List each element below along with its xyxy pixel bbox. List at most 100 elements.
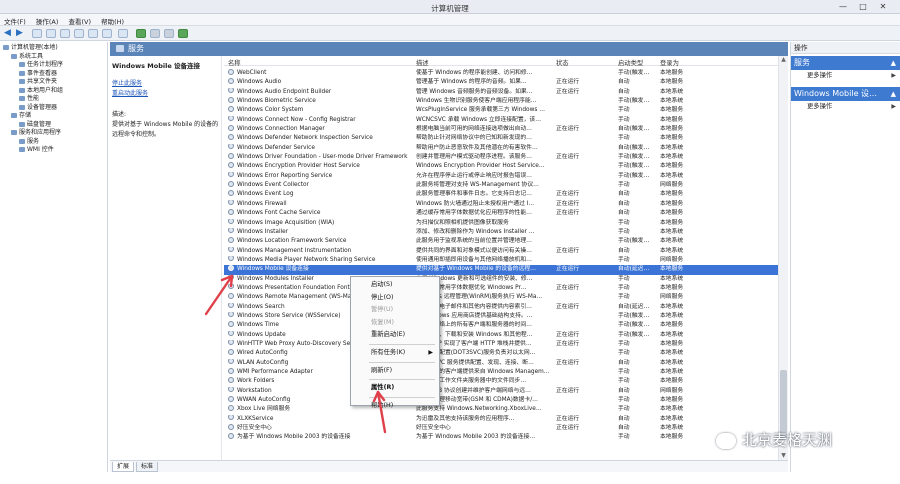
scroll-down-icon[interactable]: ▼ — [780, 452, 787, 460]
tree-item[interactable]: 存储 — [0, 112, 107, 121]
menu-item-resume[interactable]: 恢复(M) — [351, 317, 439, 330]
scroll-up-icon[interactable]: ▲ — [780, 56, 787, 64]
table-row[interactable]: Xbox Live 网络服务 此服务支持 Windows.Networking.X… — [224, 405, 778, 414]
maximize-button[interactable]: □ — [856, 2, 870, 12]
menu-action[interactable]: 操作(A) — [32, 14, 63, 26]
table-row[interactable]: 好压安全中心 好压安全中心 正在运行 自动 本地系统 — [224, 424, 778, 433]
pause-service-icon[interactable] — [164, 29, 174, 38]
tree-item[interactable]: 服务和应用程序 — [0, 129, 107, 138]
menu-item-properties[interactable]: 属性(R) — [351, 382, 439, 395]
tree-item[interactable]: 性能 — [0, 95, 107, 104]
export-icon[interactable] — [88, 29, 98, 38]
table-row[interactable]: XLXKService 为迅雷及其他支持该服务的应用程序… 正在运行 自动 本地系统 — [224, 414, 778, 424]
table-row[interactable]: WMI Performance Adapter 向网络上的客户端提供来自 Wind… — [224, 368, 778, 377]
table-row[interactable]: Windows Encryption Provider Host Service… — [224, 162, 778, 171]
table-row[interactable]: Windows Color System WcsPlugInService 服务承… — [224, 106, 778, 115]
table-row[interactable]: Windows Connection Manager 根据电脑当前可用的网络连接选… — [224, 125, 778, 134]
back-icon[interactable]: ◀ — [4, 29, 14, 38]
tree-item[interactable]: 设备管理器 — [0, 104, 107, 113]
menu-item-stop[interactable]: 停止(O) — [351, 292, 439, 305]
table-row[interactable]: 为基于 Windows Mobile 2003 的设备连接 为基于 Windows… — [224, 433, 778, 442]
table-row[interactable]: Windows Image Acquisition (WIA) 为扫描仪和照相机提… — [224, 218, 778, 228]
start-service-icon[interactable] — [136, 29, 146, 38]
table-row[interactable]: Windows Defender Network Inspection Serv… — [224, 134, 778, 143]
table-row[interactable]: Windows Audio Endpoint Builder 管理 Windows… — [224, 87, 778, 97]
table-row[interactable]: Windows Update 启用检测、下载和安装 Windows 和其他程… 正在… — [224, 330, 778, 340]
tree-item[interactable]: 共享文件夹 — [0, 78, 107, 87]
table-row[interactable]: Windows Mobile 设备连接 提供对基于 Windows Mobile … — [224, 265, 778, 275]
table-row[interactable]: Windows Store Service (WSService) 为 Windo… — [224, 311, 778, 321]
properties-icon[interactable] — [60, 29, 70, 38]
tree-item[interactable]: 事件查看器 — [0, 70, 107, 79]
minimize-button[interactable]: — — [836, 2, 850, 12]
menu-help[interactable]: 帮助(H) — [97, 14, 128, 26]
column-header-log-on-as[interactable]: 登录为 — [660, 58, 679, 67]
table-row[interactable]: Windows Event Log 此服务管理事件和事件日志。它支持日志记… 正在运… — [224, 190, 778, 199]
tree-item[interactable]: WMI 控件 — [0, 146, 107, 155]
table-row[interactable]: Windows Firewall Windows 防火墙通过阻止未授权用户通过 I… — [224, 199, 778, 209]
table-row[interactable]: Windows Installer 添加、修改和删除作为 Windows Inst… — [224, 227, 778, 237]
menu-view[interactable]: 查看(V) — [65, 14, 96, 26]
tab-extended[interactable]: 扩展 — [112, 462, 135, 472]
table-row[interactable]: Windows Driver Foundation - User-mode Dr… — [224, 153, 778, 162]
table-row[interactable]: Windows Time 维护在网络上的所有客户端和服务器的时间… 手动(触发… 本地… — [224, 321, 778, 330]
help-icon[interactable] — [102, 29, 112, 38]
vertical-scrollbar[interactable]: ▲ ▼ — [778, 56, 788, 460]
table-row[interactable]: Workstation 使用 SMB 协议创建并维护客户端网络与远… 正在运行 自动网… — [224, 386, 778, 396]
list-view-icon[interactable] — [118, 29, 128, 38]
table-row[interactable]: Windows Modules Installer 启用 Windows 更新和可… — [224, 274, 778, 284]
menu-item-refresh[interactable]: 刷新(F) — [351, 365, 439, 378]
restart-service-icon[interactable] — [178, 29, 188, 38]
menu-item-restart[interactable]: 重新启动(E) — [351, 329, 439, 342]
table-row[interactable]: Windows Presentation Foundation Font Cac… — [224, 283, 778, 293]
collapse-icon[interactable]: ▲ — [891, 87, 896, 101]
table-row[interactable]: Windows Remote Management (WS-Management… — [224, 293, 778, 302]
more-actions-selected-service[interactable]: 更多操作 ▶ — [791, 101, 900, 112]
table-row[interactable]: Windows Location Framework Service 此服务用于监… — [224, 237, 778, 246]
forward-icon[interactable]: ▶ — [16, 29, 26, 38]
column-header-name[interactable]: 名称 — [228, 58, 241, 67]
stop-service-icon[interactable] — [150, 29, 160, 38]
menu-item-pause[interactable]: 暂停(U) — [351, 304, 439, 317]
table-row[interactable]: WebClient 使基于 Windows 的程序能创建、访问和修… 手动(触发… 本… — [224, 69, 778, 78]
up-folder-icon[interactable] — [32, 29, 42, 38]
table-row[interactable]: Windows Font Cache Service 通过缓存常用字体数据优化应用… — [224, 209, 778, 218]
tree-item[interactable]: 计算机管理(本地) — [0, 44, 107, 53]
tree-item[interactable]: 任务计划程序 — [0, 61, 107, 70]
actions-section-services[interactable]: 服务 ▲ — [791, 56, 900, 70]
tree-item[interactable]: 磁盘管理 — [0, 121, 107, 130]
restart-service-link[interactable]: 重启动此服务 — [112, 88, 148, 97]
table-row[interactable]: Wired AutoConfig 有线自动配置(DOT3SVC)服务负责对以太网…… — [224, 349, 778, 358]
menu-file[interactable]: 文件(F) — [0, 14, 30, 26]
table-row[interactable]: Windows Defender Service 帮助用户防止恶意软件及其他潜在的… — [224, 143, 778, 153]
table-row[interactable]: Windows Event Collector 此服务将管理对支持 WS-Mana… — [224, 181, 778, 190]
column-header-status[interactable]: 状态 — [556, 58, 569, 67]
table-row[interactable]: Windows Management Instrumentation 提供共同的界… — [224, 246, 778, 256]
table-row[interactable]: Windows Connect Now - Config Registrar WC… — [224, 115, 778, 125]
table-row[interactable]: Windows Biometric Service Windows 生物识别服务使… — [224, 97, 778, 106]
table-row[interactable]: Windows Audio 管理基于 Windows 的程序的音频。如果… 正在运行… — [224, 78, 778, 87]
tab-standard[interactable]: 标准 — [136, 462, 159, 472]
collapse-icon[interactable]: ▲ — [891, 56, 896, 70]
table-row[interactable]: WinHTTP Web Proxy Auto-Discovery Service… — [224, 339, 778, 349]
show-tree-icon[interactable] — [46, 29, 56, 38]
column-header-startup-type[interactable]: 启动类型 — [618, 58, 643, 67]
tree-item[interactable]: 服务 — [0, 138, 107, 147]
stop-service-link[interactable]: 停止此服务 — [112, 78, 142, 87]
table-row[interactable]: Windows Error Reporting Service 允许在程序停止运行… — [224, 171, 778, 181]
refresh-icon[interactable] — [74, 29, 84, 38]
table-row[interactable]: Windows Media Player Network Sharing Ser… — [224, 255, 778, 265]
tree-item[interactable]: 系统工具 — [0, 53, 107, 62]
actions-section-selected-service[interactable]: Windows Mobile 设… ▲ — [791, 87, 900, 101]
table-row[interactable]: WWAN AutoConfig 该服务管理移动宽带(GSM 和 CDMA)数据卡/… — [224, 396, 778, 405]
menu-item-start[interactable]: 启动(S) — [351, 279, 439, 292]
table-row[interactable]: Work Folders 此服务将工作文件夹服务器中的文件同步… 手动 本地服务 — [224, 377, 778, 386]
tree-item[interactable]: 本地用户和组 — [0, 87, 107, 96]
menu-item-help[interactable]: 帮助(H) — [351, 400, 439, 413]
column-header-description[interactable]: 描述 — [416, 58, 429, 67]
more-actions-services[interactable]: 更多操作 ▶ — [791, 70, 900, 81]
menu-item-all-tasks[interactable]: 所有任务(K) ▶ — [351, 347, 439, 360]
table-row[interactable]: Windows Search 为文件、电子邮件和其他内容提供内容索引… 正在运行 自动… — [224, 302, 778, 312]
close-button[interactable]: ✕ — [876, 2, 890, 12]
table-row[interactable]: WLAN AutoConfig WLANSVC 服务提供配置、发现、连接、断… 正在… — [224, 358, 778, 368]
